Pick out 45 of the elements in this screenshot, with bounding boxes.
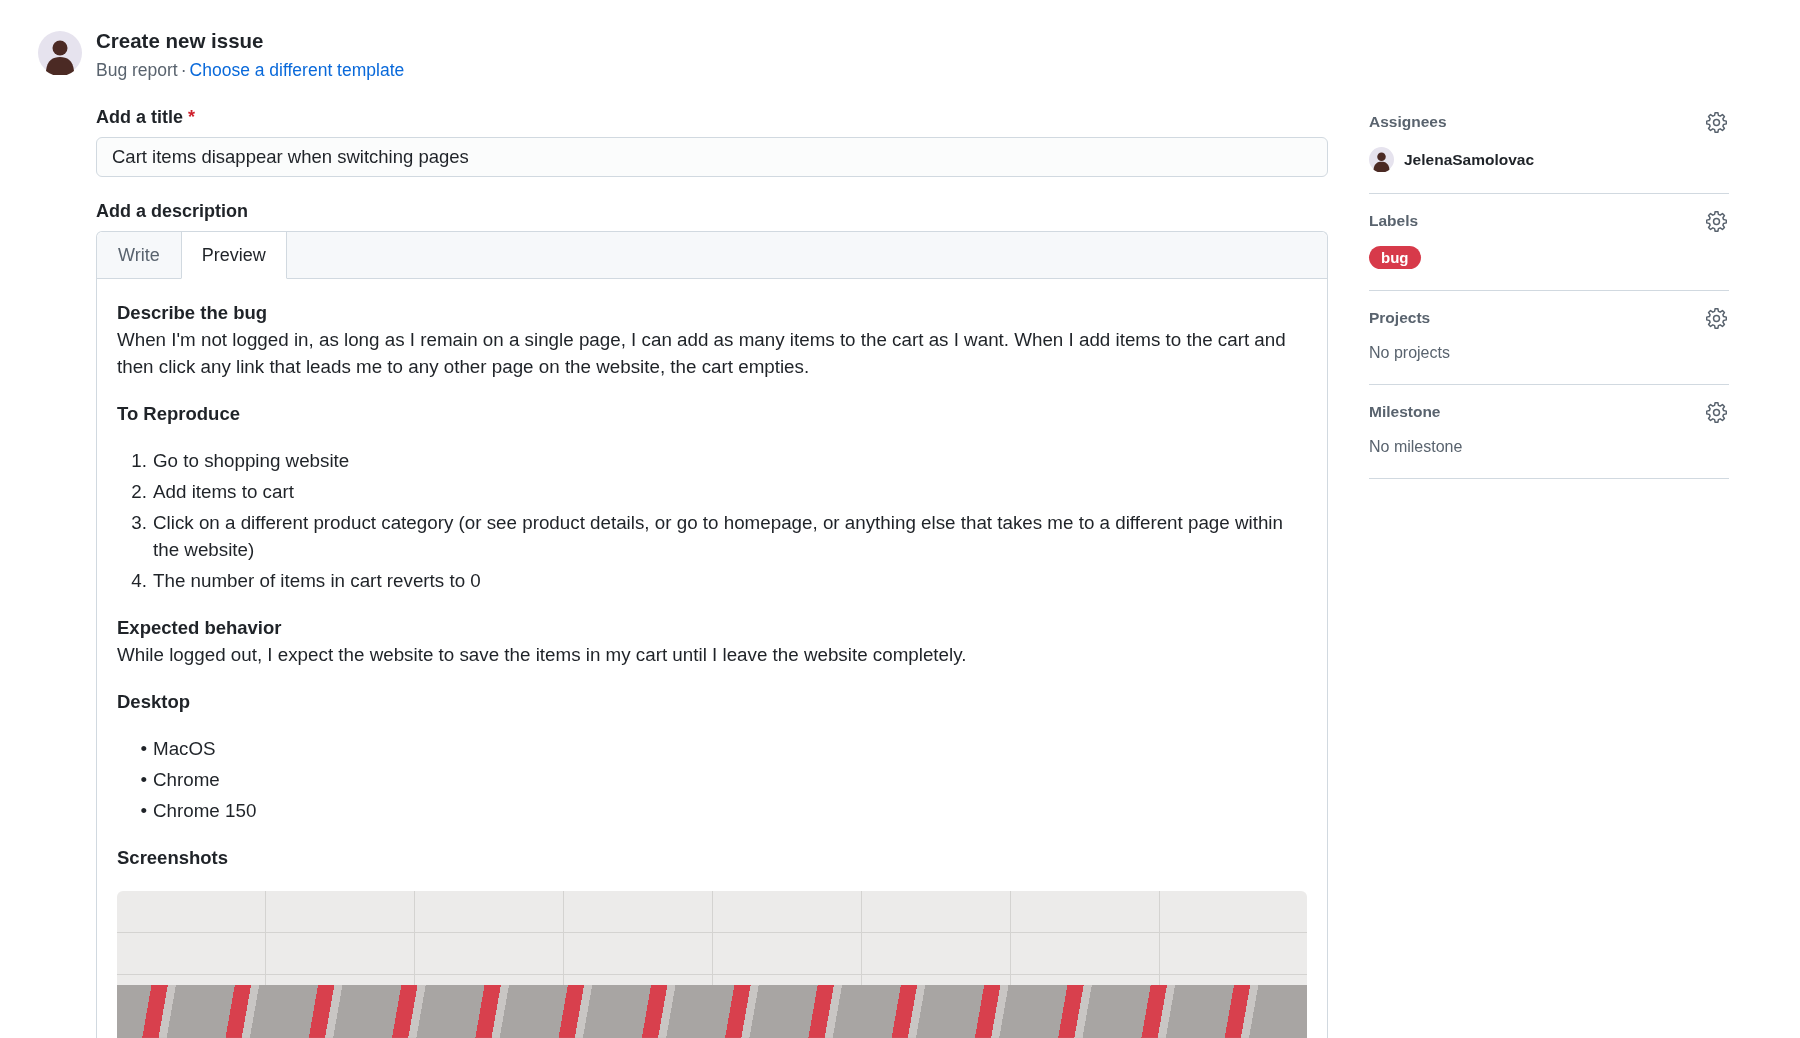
list-marker: 4. <box>130 569 147 593</box>
settings-icon[interactable] <box>1706 307 1727 329</box>
editor-tab[interactable]: Preview <box>180 232 287 279</box>
editor-tab[interactable]: Write <box>97 232 181 279</box>
avatar-icon <box>1369 147 1394 172</box>
list-item-text: Chrome <box>153 768 221 792</box>
list-item-text: Add items to cart <box>153 480 295 504</box>
label-tag[interactable]: bug <box>1369 246 1421 269</box>
template-link[interactable]: Choose a different template <box>189 58 405 82</box>
separator-text: · <box>179 59 188 82</box>
list-item-text: The number of items in cart reverts to 0 <box>153 569 482 593</box>
list-item-text: Go to shopping website <box>153 449 351 473</box>
list-marker: 2. <box>130 480 147 504</box>
section-heading: Desktop <box>117 690 191 714</box>
list-marker: 1. <box>130 449 147 473</box>
title-input[interactable]: Cart items disappear when switching pages <box>96 137 1328 177</box>
section-heading: Screenshots <box>117 846 230 870</box>
sidebar-heading: Assignees <box>1369 113 1447 131</box>
field-label: Add a title <box>96 106 183 129</box>
field-label: Add a description <box>96 200 249 223</box>
list-marker: • <box>139 799 147 823</box>
list-marker: • <box>139 768 147 792</box>
paragraph-text: While logged out, I expect the website to save the items in my cart until I leave the website completely. <box>117 643 968 667</box>
page-title: Create new issue <box>96 28 265 54</box>
list-marker: 3. <box>130 511 147 535</box>
required-mark: * <box>188 106 196 129</box>
empty-state-text: No milestone <box>1369 437 1464 457</box>
avatar-icon <box>38 31 82 75</box>
section-heading: Describe the bug <box>117 301 269 325</box>
section-heading: Expected behavior <box>117 616 283 640</box>
sidebar-heading: Projects <box>1369 309 1431 327</box>
sidebar-heading: Labels <box>1369 212 1419 230</box>
settings-icon[interactable] <box>1706 111 1727 133</box>
list-marker: • <box>139 737 147 761</box>
list-item-text: Click on a different product category (or see product details, or go to homepage, or anything else that takes me to a different page within the website) <box>153 511 1284 562</box>
assignee-name[interactable]: JelenaSamolovac <box>1404 150 1535 169</box>
settings-icon[interactable] <box>1706 401 1727 423</box>
section-heading: To Reproduce <box>117 402 241 426</box>
paragraph-text: When I'm not logged in, as long as I remain on a single page, I can add as many items to the cart as I want. When I add items to the cart and then click any link that leads me to any other page on the website, the cart empties. <box>117 328 1287 379</box>
list-item-text: Chrome 150 <box>153 799 258 823</box>
list-item-text: MacOS <box>153 737 217 761</box>
sidebar-heading: Milestone <box>1369 403 1441 421</box>
empty-state-text: No projects <box>1369 343 1451 363</box>
template-name: Bug report <box>96 59 178 82</box>
settings-icon[interactable] <box>1706 210 1727 232</box>
